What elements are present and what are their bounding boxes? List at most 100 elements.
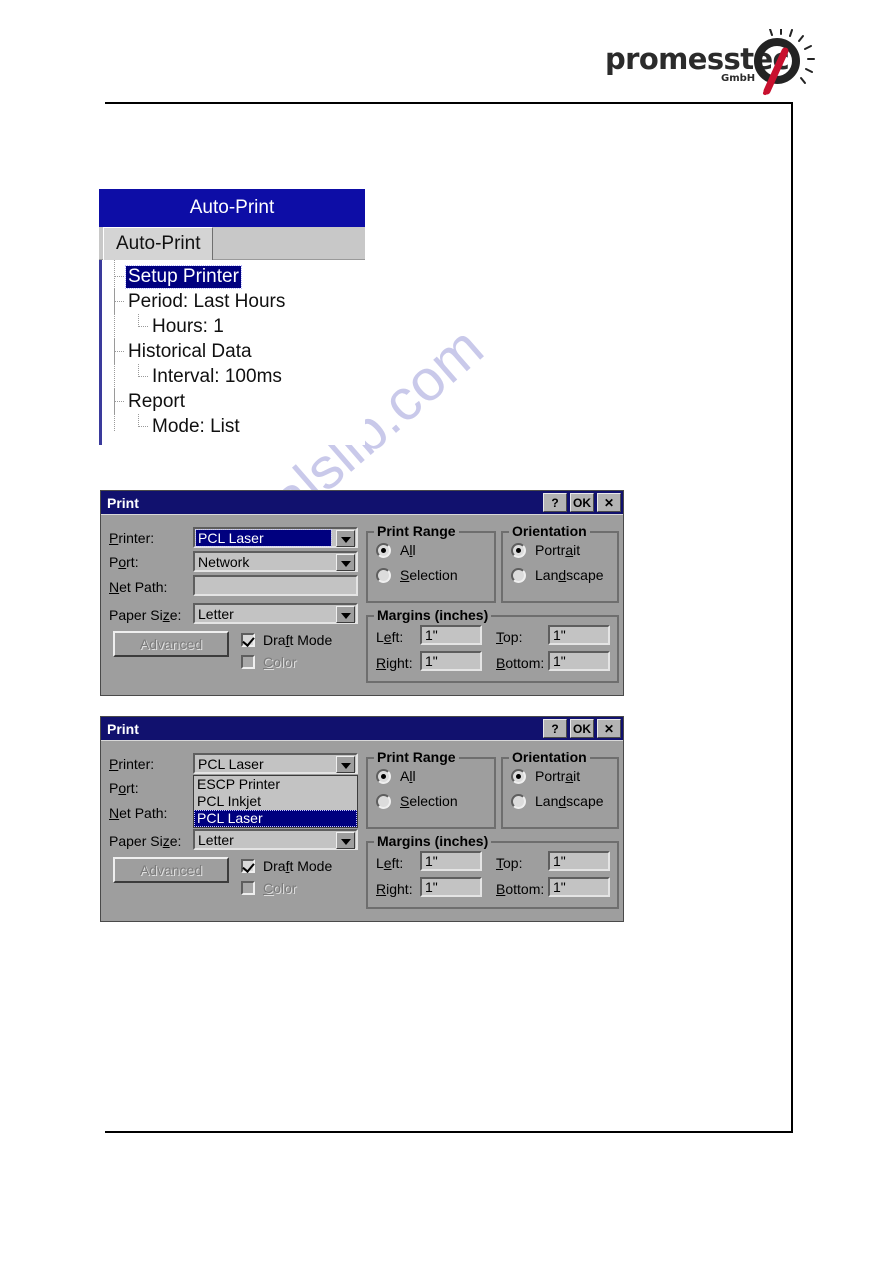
- margin-top-input[interactable]: 1": [548, 625, 610, 645]
- margins-group: Margins (inches) Left: 1" Top: 1" Right:…: [366, 607, 619, 683]
- margin-left-input[interactable]: 1": [420, 851, 482, 871]
- radio-orientation-portrait[interactable]: [511, 769, 526, 784]
- margin-bottom-input[interactable]: 1": [548, 651, 610, 671]
- margin-bottom-input[interactable]: 1": [548, 877, 610, 897]
- orientation-title: Orientation: [509, 523, 590, 539]
- auto-print-titlebar: Auto-Print: [99, 189, 365, 227]
- auto-print-title: Auto-Print: [189, 197, 275, 218]
- margin-bottom-label: Bottom:: [496, 655, 545, 671]
- promesstec-logo: promesstec GmbH: [605, 27, 815, 95]
- tree-item-setup-printer[interactable]: Setup Printer: [102, 264, 365, 289]
- margin-right-input[interactable]: 1": [420, 877, 482, 897]
- advanced-button-label: Advanced: [139, 636, 203, 652]
- printer-combo[interactable]: PCL Laser: [193, 753, 358, 774]
- tree-item-hours[interactable]: Hours: 1: [102, 314, 365, 339]
- radio-all-label: All: [400, 542, 416, 558]
- printer-label: Printer:: [109, 756, 155, 772]
- paper-size-value: Letter: [198, 606, 234, 622]
- tree-item-interval[interactable]: Interval: 100ms: [102, 364, 365, 389]
- help-button[interactable]: ?: [543, 493, 567, 512]
- auto-print-body: Setup Printer Period: Last Hours Hours: …: [99, 260, 365, 445]
- advanced-button[interactable]: Advanced: [113, 631, 229, 657]
- orientation-group: Orientation Portrait Landscape: [501, 749, 619, 829]
- margin-right-label: Right:: [376, 655, 413, 671]
- tree-elbow-icon: [114, 264, 124, 289]
- radio-portrait-label: Portrait: [535, 768, 581, 784]
- margin-left-label: Left:: [376, 855, 404, 871]
- print-dialog-title-buttons: ? OK ✕: [543, 493, 621, 512]
- tree-elbow-icon: [138, 364, 148, 377]
- margin-right-input[interactable]: 1": [420, 651, 482, 671]
- color-checkbox: [241, 655, 255, 669]
- radio-print-range-selection[interactable]: [376, 794, 391, 809]
- margin-top-input[interactable]: 1": [548, 851, 610, 871]
- help-button[interactable]: ?: [543, 719, 567, 738]
- margins-group: Margins (inches) Left: 1" Top: 1" Right:…: [366, 833, 619, 909]
- chevron-down-icon[interactable]: [336, 554, 355, 571]
- chevron-down-icon[interactable]: [336, 530, 355, 547]
- radio-selection-label: Selection: [400, 567, 458, 583]
- dropdown-option-escp-printer[interactable]: ESCP Printer: [194, 776, 357, 793]
- margin-right-label: Right:: [376, 881, 413, 897]
- print-dialog-title: Print: [107, 494, 139, 511]
- print-dialog-titlebar: Print ? OK ✕: [101, 717, 623, 740]
- tree-elbow-icon: [138, 414, 148, 427]
- tree-elbow-icon: [114, 339, 124, 364]
- ok-button[interactable]: OK: [570, 719, 594, 738]
- tree-item-report[interactable]: Report: [102, 389, 365, 414]
- margin-left-label: Left:: [376, 629, 404, 645]
- port-label: Port:: [109, 554, 139, 570]
- radio-portrait-label: Portrait: [535, 542, 581, 558]
- radio-orientation-portrait[interactable]: [511, 543, 526, 558]
- port-label: Port:: [109, 780, 139, 796]
- tree-item-label: Hours: 1: [152, 315, 224, 337]
- print-dialog-dropdown-open: Print ? OK ✕ Printer: PCL Laser Port: Ne…: [100, 716, 624, 922]
- net-path-input[interactable]: [193, 575, 358, 596]
- draft-mode-checkbox[interactable]: [241, 859, 255, 873]
- radio-print-range-selection[interactable]: [376, 568, 391, 583]
- advanced-button[interactable]: Advanced: [113, 857, 229, 883]
- tree-item-period[interactable]: Period: Last Hours: [102, 289, 365, 314]
- print-dialog-collapsed: Print ? OK ✕ Printer: PCL Laser Port: Ne…: [100, 490, 624, 696]
- printer-value: PCL Laser: [198, 756, 264, 772]
- tree-item-label: Period: Last Hours: [128, 290, 286, 312]
- color-label: Color: [263, 880, 297, 896]
- tab-auto-print[interactable]: Auto-Print: [103, 227, 214, 260]
- logo-lightbulb-icon: [745, 27, 815, 104]
- tab-auto-print-label: Auto-Print: [116, 233, 201, 254]
- radio-print-range-all[interactable]: [376, 769, 391, 784]
- radio-orientation-landscape[interactable]: [511, 568, 526, 583]
- radio-orientation-landscape[interactable]: [511, 794, 526, 809]
- printer-combo[interactable]: PCL Laser: [193, 527, 358, 548]
- close-icon[interactable]: ✕: [597, 493, 621, 512]
- paper-size-label: Paper Size:: [109, 833, 182, 849]
- advanced-button-label: Advanced: [139, 862, 203, 878]
- port-combo[interactable]: Network: [193, 551, 358, 572]
- margins-title: Margins (inches): [374, 833, 492, 849]
- draft-mode-checkbox[interactable]: [241, 633, 255, 647]
- orientation-group: Orientation Portrait Landscape: [501, 523, 619, 603]
- page-rule-right: [791, 102, 793, 1133]
- print-dialog-body: Printer: PCL Laser Port: Network Net Pat…: [101, 514, 623, 695]
- printer-dropdown-list[interactable]: ESCP Printer PCL Inkjet PCL Laser: [193, 775, 358, 828]
- margins-title: Margins (inches): [374, 607, 492, 623]
- ok-button[interactable]: OK: [570, 493, 594, 512]
- tree-item-mode[interactable]: Mode: List: [102, 414, 365, 439]
- print-dialog-title-buttons: ? OK ✕: [543, 719, 621, 738]
- margin-top-label: Top:: [496, 855, 523, 871]
- paper-size-combo[interactable]: Letter: [193, 829, 358, 850]
- paper-size-combo[interactable]: Letter: [193, 603, 358, 624]
- dropdown-option-pcl-laser[interactable]: PCL Laser: [194, 810, 357, 827]
- radio-print-range-all[interactable]: [376, 543, 391, 558]
- auto-print-tabstrip: Auto-Print: [99, 227, 365, 260]
- chevron-down-icon[interactable]: [336, 756, 355, 773]
- chevron-down-icon[interactable]: [336, 832, 355, 849]
- tree-item-label: Interval: 100ms: [152, 365, 282, 387]
- tree-item-historical-data[interactable]: Historical Data: [102, 339, 365, 364]
- print-range-title: Print Range: [374, 523, 459, 539]
- margin-left-input[interactable]: 1": [420, 625, 482, 645]
- close-icon[interactable]: ✕: [597, 719, 621, 738]
- chevron-down-icon[interactable]: [336, 606, 355, 623]
- dropdown-option-pcl-inkjet[interactable]: PCL Inkjet: [194, 793, 357, 810]
- draft-mode-label: Draft Mode: [263, 858, 333, 874]
